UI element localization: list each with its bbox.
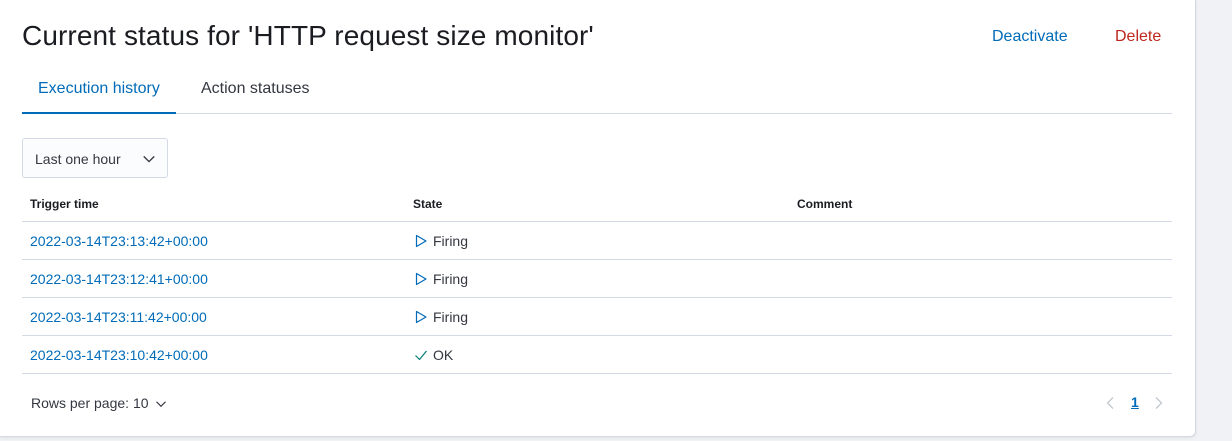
state-label: Firing	[433, 309, 469, 325]
tab-bar: Execution history Action statuses	[22, 68, 1172, 114]
chevron-down-icon	[155, 401, 166, 408]
play-icon	[415, 234, 427, 248]
tab-execution-history[interactable]: Execution history	[22, 68, 176, 114]
table-row: 2022-03-14T23:10:42+00:00 OK	[22, 336, 1172, 374]
monitor-status-panel: Current status for 'HTTP request size mo…	[0, 0, 1196, 437]
delete-button[interactable]: Delete	[1115, 28, 1161, 46]
table-row: 2022-03-14T23:11:42+00:00 Firing	[22, 298, 1172, 336]
tab-action-statuses[interactable]: Action statuses	[185, 68, 326, 114]
chevron-down-icon	[143, 155, 155, 163]
time-range-select[interactable]: Last one hour	[22, 138, 168, 178]
pagination-page-1[interactable]: 1	[1131, 394, 1139, 410]
page-title: Current status for 'HTTP request size mo…	[22, 20, 594, 51]
trigger-time-link[interactable]: 2022-03-14T23:12:41+00:00	[30, 271, 208, 287]
rows-per-page-button[interactable]: Rows per page: 10	[31, 395, 167, 411]
column-header-trigger-time[interactable]: Trigger time	[30, 197, 99, 211]
check-icon	[415, 350, 427, 361]
time-range-value: Last one hour	[35, 151, 121, 167]
trigger-time-link[interactable]: 2022-03-14T23:11:42+00:00	[30, 309, 207, 325]
trigger-time-link[interactable]: 2022-03-14T23:10:42+00:00	[30, 347, 208, 363]
play-icon	[415, 310, 427, 324]
table-row: 2022-03-14T23:13:42+00:00 Firing	[22, 222, 1172, 260]
column-header-state[interactable]: State	[413, 197, 442, 211]
rows-per-page-label: Rows per page: 10	[31, 395, 149, 411]
deactivate-button[interactable]: Deactivate	[992, 28, 1068, 46]
state-label: Firing	[433, 233, 469, 249]
chevron-right-icon[interactable]	[1153, 396, 1165, 410]
state-label: Firing	[433, 271, 469, 287]
table-row: 2022-03-14T23:12:41+00:00 Firing	[22, 260, 1172, 298]
state-label: OK	[433, 347, 454, 363]
trigger-time-link[interactable]: 2022-03-14T23:13:42+00:00	[30, 233, 208, 249]
chevron-left-icon[interactable]	[1104, 396, 1116, 410]
column-header-comment[interactable]: Comment	[797, 197, 852, 211]
table-header: Trigger time State Comment	[22, 186, 1172, 222]
play-icon	[415, 272, 427, 286]
execution-history-table: Trigger time State Comment 2022-03-14T23…	[22, 186, 1172, 374]
